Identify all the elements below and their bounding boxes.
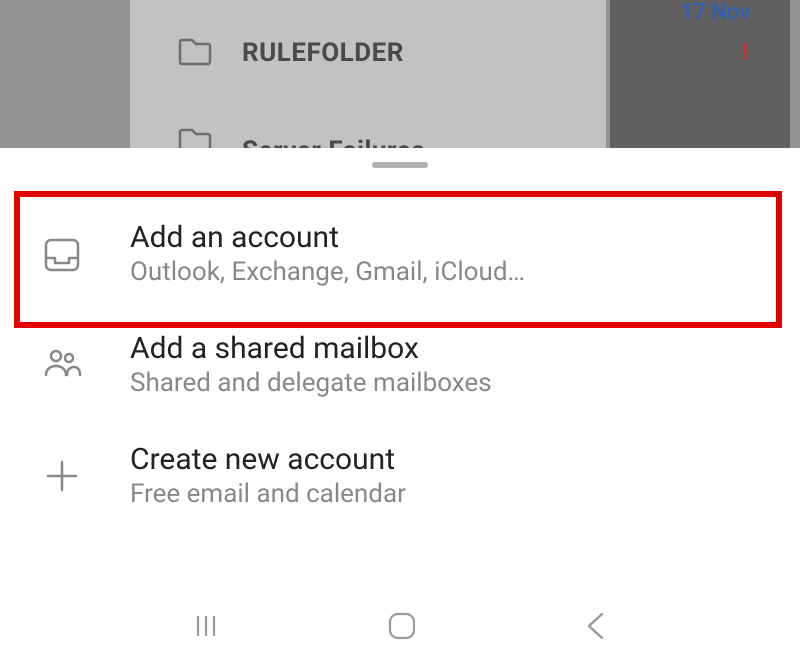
- folder-label: RULEFOLDER: [242, 38, 404, 68]
- option-subtitle: Shared and delegate mailboxes: [130, 368, 492, 398]
- plus-icon: [38, 452, 86, 500]
- background-dimmed: RULEFOLDER Server Failures 17 Nov !: [0, 0, 800, 148]
- bottom-sheet: Add an account Outlook, Exchange, Gmail,…: [8, 148, 792, 663]
- recent-apps-button[interactable]: [191, 611, 221, 641]
- drag-handle[interactable]: [372, 162, 428, 168]
- home-button[interactable]: [386, 610, 418, 642]
- folder-item-rulefolder: RULEFOLDER: [178, 36, 404, 70]
- add-shared-mailbox-option[interactable]: Add a shared mailbox Shared and delegate…: [8, 309, 792, 420]
- option-title: Add a shared mailbox: [130, 331, 492, 366]
- date-label: 17 Nov: [681, 0, 750, 25]
- inbox-icon: [38, 230, 86, 278]
- folder-icon: [178, 36, 212, 70]
- option-title: Create new account: [130, 442, 406, 477]
- background-sidebar: RULEFOLDER Server Failures: [0, 0, 606, 148]
- option-subtitle: Free email and calendar: [130, 479, 406, 509]
- android-nav-bar: [8, 588, 792, 663]
- back-button[interactable]: [583, 610, 609, 642]
- priority-flag-icon: !: [742, 38, 749, 66]
- option-title: Add an account: [130, 220, 525, 255]
- option-subtitle: Outlook, Exchange, Gmail, iCloud…: [130, 257, 525, 287]
- people-icon: [38, 341, 86, 389]
- create-new-account-option[interactable]: Create new account Free email and calend…: [8, 420, 792, 531]
- background-right-pane: 17 Nov !: [610, 0, 790, 148]
- add-account-option[interactable]: Add an account Outlook, Exchange, Gmail,…: [8, 198, 792, 309]
